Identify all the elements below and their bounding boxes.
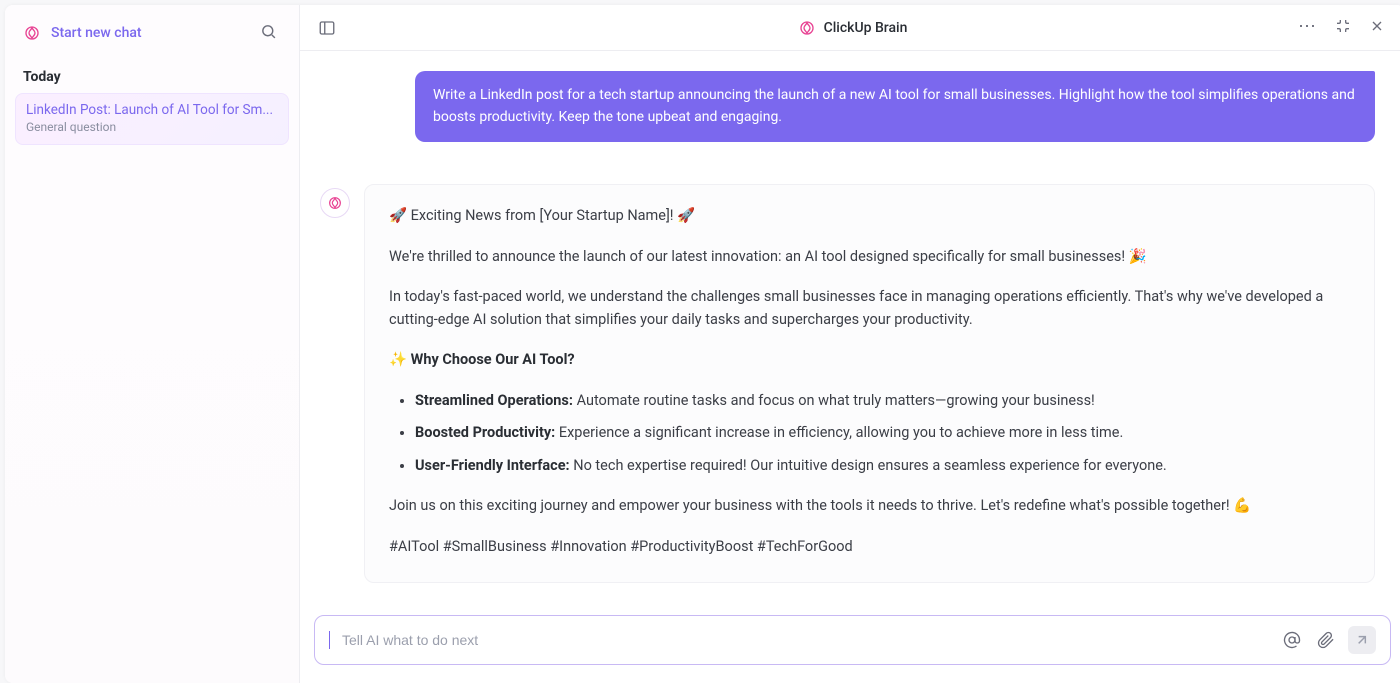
new-chat-button[interactable]: Start new chat bbox=[23, 24, 142, 42]
topbar: ClickUp Brain ⋯ bbox=[300, 5, 1400, 51]
list-item: Streamlined Operations: Automate routine… bbox=[415, 390, 1350, 412]
ai-announce: We're thrilled to announce the launch of… bbox=[389, 246, 1350, 268]
text-cursor bbox=[329, 631, 330, 649]
sidebar: Start new chat Today LinkedIn Post: Laun… bbox=[5, 5, 300, 683]
search-icon bbox=[260, 23, 277, 40]
send-icon bbox=[1354, 632, 1370, 648]
chat-item[interactable]: LinkedIn Post: Launch of AI Tool for Sm.… bbox=[15, 93, 289, 145]
input-wrap[interactable] bbox=[314, 615, 1391, 665]
more-button[interactable]: ⋯ bbox=[1296, 18, 1319, 37]
user-message: Write a LinkedIn post for a tech startup… bbox=[415, 71, 1375, 142]
ai-avatar bbox=[320, 188, 350, 218]
ai-headline: 🚀 Exciting News from [Your Startup Name]… bbox=[389, 205, 1350, 227]
panel-left-icon bbox=[318, 19, 336, 37]
ai-hashtags: #AITool #SmallBusiness #Innovation #Prod… bbox=[389, 536, 1350, 558]
attach-button[interactable] bbox=[1314, 628, 1338, 652]
section-title-today: Today bbox=[5, 57, 299, 91]
prompt-input[interactable] bbox=[342, 632, 1270, 648]
mention-button[interactable] bbox=[1280, 628, 1304, 652]
ai-why-heading: ✨ Why Choose Our AI Tool? bbox=[389, 349, 1350, 371]
main: ClickUp Brain ⋯ Write a LinkedIn post f bbox=[300, 5, 1400, 683]
close-button[interactable] bbox=[1367, 16, 1387, 39]
minimize-button[interactable] bbox=[1333, 16, 1353, 39]
brain-icon bbox=[23, 24, 41, 42]
chat-item-title: LinkedIn Post: Launch of AI Tool for Sm.… bbox=[26, 102, 278, 118]
list-item: Boosted Productivity: Experience a signi… bbox=[415, 422, 1350, 444]
brain-icon bbox=[798, 19, 816, 37]
ai-cta: Join us on this exciting journey and emp… bbox=[389, 495, 1350, 517]
toggle-sidebar-button[interactable] bbox=[318, 19, 336, 37]
send-button[interactable] bbox=[1348, 626, 1376, 654]
sidebar-header: Start new chat bbox=[5, 5, 299, 57]
ai-context: In today's fast-paced world, we understa… bbox=[389, 286, 1350, 331]
input-area bbox=[300, 601, 1400, 683]
page-title: ClickUp Brain bbox=[798, 19, 908, 37]
brain-icon bbox=[327, 195, 343, 211]
list-item: User-Friendly Interface: No tech experti… bbox=[415, 455, 1350, 477]
minimize-icon bbox=[1335, 18, 1351, 34]
at-icon bbox=[1283, 631, 1301, 649]
more-icon: ⋯ bbox=[1298, 16, 1317, 36]
ai-message: 🚀 Exciting News from [Your Startup Name]… bbox=[364, 184, 1375, 583]
close-icon bbox=[1369, 18, 1385, 34]
search-button[interactable] bbox=[256, 19, 281, 47]
chat-area: Write a LinkedIn post for a tech startup… bbox=[300, 51, 1400, 601]
chat-item-subtitle: General question bbox=[26, 120, 278, 134]
paperclip-icon bbox=[1317, 631, 1335, 649]
new-chat-label: Start new chat bbox=[51, 25, 142, 41]
